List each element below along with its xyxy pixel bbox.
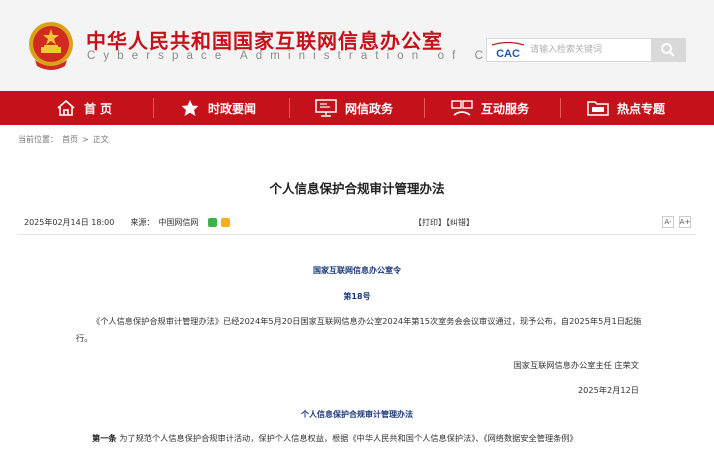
search-input[interactable] (530, 42, 648, 58)
svg-text:CAC: CAC (496, 48, 520, 60)
article-1-paragraph: 第一条 为了规范个人信息保护合规审计活动，保护个人信息权益，根据《中华人民共和国… (76, 432, 656, 444)
nav-label: 时政要闻 (208, 101, 257, 116)
print-correct: 【打印】【纠错】 (414, 217, 474, 228)
nav-label: 热点专题 (617, 101, 666, 116)
search-icon (661, 43, 675, 57)
sign-date: 2025年2月12日 (577, 385, 639, 395)
nav-item-gov[interactable]: 网信政务 (315, 91, 393, 125)
nav-divider (424, 98, 425, 118)
article-title: 个人信息保护合规审计管理办法 (269, 181, 445, 196)
source-label: 来源： (130, 218, 155, 227)
folder-icon (587, 101, 609, 116)
weibo-share-icon[interactable] (221, 218, 231, 227)
article-1-text: 为了规范个人信息保护合规审计活动，保护个人信息权益，根据《中华人民共和国个人信息… (119, 433, 578, 443)
order-title: 国家互联网信息办公室令 (313, 266, 401, 275)
signer: 国家互联网信息办公室主任 庄荣文 (513, 360, 639, 370)
correct-link[interactable]: 【纠错】 (446, 218, 474, 227)
nav-divider (153, 98, 154, 118)
breadcrumb-prefix: 当前位置： (18, 135, 58, 144)
article-1-label: 第一条 (92, 433, 117, 443)
monitor-icon (315, 99, 337, 117)
search-box: CAC (486, 38, 686, 62)
article-meta: 2025年02月14日 18:00 来源： 中国网信网 (24, 217, 231, 228)
publish-date: 2025年02月14日 18:00 (24, 218, 115, 227)
font-larger-button[interactable]: A+ (679, 216, 691, 228)
nav-divider (289, 98, 290, 118)
site-header: 中华人民共和国国家互联网信息办公室 Cyberspace Administrat… (0, 0, 714, 91)
order-number: 第18号 (343, 292, 371, 301)
nav-divider (560, 98, 561, 118)
nav-item-news[interactable]: 时政要闻 (180, 91, 256, 125)
home-icon (57, 99, 75, 116)
people-icon (451, 100, 473, 116)
national-emblem-icon (29, 22, 73, 70)
print-link[interactable]: 【打印】 (414, 218, 446, 227)
breadcrumb-current: 正文 (92, 135, 109, 144)
nav-label: 首 页 (84, 101, 113, 116)
wechat-share-icon[interactable] (208, 218, 218, 227)
nav-item-topics[interactable]: 热点专题 (587, 91, 665, 125)
main-nav: 首 页 时政要闻 网信政务 互动服务 热点专题 (0, 91, 714, 125)
nav-label: 互动服务 (481, 101, 530, 116)
meta-divider (18, 234, 696, 235)
preamble-paragraph: 《个人信息保护合规审计管理办法》已经2024年5月20日国家互联网信息办公室20… (76, 316, 642, 343)
document-title: 个人信息保护合规审计管理办法 (301, 410, 413, 419)
breadcrumb-home[interactable]: 首页 (62, 135, 78, 144)
search-button[interactable] (651, 39, 685, 61)
star-icon (181, 100, 199, 116)
site-subtitle: Cyberspace Administration of China (87, 50, 546, 62)
nav-label: 网信政务 (345, 101, 394, 116)
cac-logo-icon[interactable]: CAC (489, 42, 527, 60)
nav-item-home[interactable]: 首 页 (56, 91, 112, 125)
breadcrumb: 当前位置： 首页 > 正文 (18, 134, 113, 145)
nav-item-service[interactable]: 互动服务 (451, 91, 529, 125)
font-smaller-button[interactable]: A- (662, 216, 674, 228)
breadcrumb-separator: > (82, 135, 89, 144)
source-name: 中国网信网 (158, 218, 199, 227)
